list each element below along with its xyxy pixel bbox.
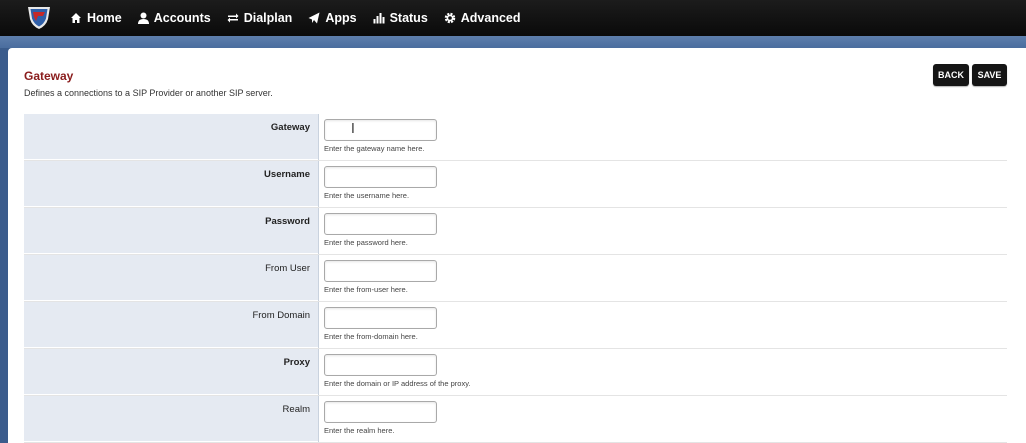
username-input[interactable] bbox=[324, 166, 437, 188]
password-field-cell: Enter the password here. bbox=[318, 208, 1007, 254]
gateway-form: Gateway Enter the gateway name here. Use… bbox=[24, 114, 1007, 443]
nav-apps[interactable]: Apps bbox=[308, 11, 357, 25]
nav-home[interactable]: Home bbox=[70, 11, 122, 25]
nav-accounts[interactable]: Accounts bbox=[137, 11, 211, 25]
nav-status-label: Status bbox=[389, 11, 428, 25]
form-row-from-domain: From Domain Enter the from-domain here. bbox=[24, 302, 1007, 349]
proxy-field-cell: Enter the domain or IP address of the pr… bbox=[318, 349, 1007, 395]
form-row-password: Password Enter the password here. bbox=[24, 208, 1007, 255]
page-title: Gateway bbox=[24, 69, 74, 83]
password-label: Password bbox=[24, 208, 318, 254]
form-row-username: Username Enter the username here. bbox=[24, 161, 1007, 208]
bar-chart-icon bbox=[373, 13, 385, 24]
nav-apps-label: Apps bbox=[325, 11, 357, 25]
nav-home-label: Home bbox=[87, 11, 122, 25]
from-domain-label: From Domain bbox=[24, 302, 318, 348]
realm-label: Realm bbox=[24, 396, 318, 442]
top-navigation-bar: Home Accounts Dialplan Apps Status Advan… bbox=[0, 0, 1026, 36]
form-row-from-user: From User Enter the from-user here. bbox=[24, 255, 1007, 302]
gateway-field-cell: Enter the gateway name here. bbox=[318, 114, 1007, 160]
content-panel: Gateway Defines a connections to a SIP P… bbox=[8, 48, 1026, 443]
header-band bbox=[0, 36, 1026, 48]
nav-advanced-label: Advanced bbox=[460, 11, 521, 25]
password-hint: Enter the password here. bbox=[324, 238, 408, 247]
nav-advanced[interactable]: Advanced bbox=[444, 11, 521, 25]
text-cursor-icon: I bbox=[351, 122, 355, 137]
gateway-input[interactable] bbox=[324, 119, 437, 141]
realm-hint: Enter the realm here. bbox=[324, 426, 395, 435]
nav-accounts-label: Accounts bbox=[153, 11, 211, 25]
arrows-icon bbox=[227, 13, 239, 23]
nav-dialplan[interactable]: Dialplan bbox=[227, 11, 293, 25]
nav-status[interactable]: Status bbox=[373, 11, 428, 25]
form-row-realm: Realm Enter the realm here. bbox=[24, 396, 1007, 443]
from-user-hint: Enter the from-user here. bbox=[324, 285, 408, 294]
nav-dialplan-label: Dialplan bbox=[243, 11, 293, 25]
gear-icon bbox=[444, 12, 456, 24]
from-domain-hint: Enter the from-domain here. bbox=[324, 332, 418, 341]
proxy-label: Proxy bbox=[24, 349, 318, 395]
page-description: Defines a connections to a SIP Provider … bbox=[24, 88, 273, 98]
fusionpbx-logo-icon[interactable] bbox=[26, 4, 52, 30]
username-label: Username bbox=[24, 161, 318, 207]
from-user-label: From User bbox=[24, 255, 318, 301]
home-icon bbox=[71, 13, 81, 23]
from-domain-input[interactable] bbox=[324, 307, 437, 329]
from-user-field-cell: Enter the from-user here. bbox=[318, 255, 1007, 301]
user-icon bbox=[137, 12, 149, 24]
gateway-label: Gateway bbox=[24, 114, 318, 160]
paper-plane-icon bbox=[308, 12, 320, 24]
username-hint: Enter the username here. bbox=[324, 191, 410, 200]
save-button[interactable]: SAVE bbox=[972, 64, 1007, 86]
gateway-hint: Enter the gateway name here. bbox=[324, 144, 425, 153]
back-button[interactable]: BACK bbox=[933, 64, 969, 86]
password-input[interactable] bbox=[324, 213, 437, 235]
username-field-cell: Enter the username here. bbox=[318, 161, 1007, 207]
form-row-proxy: Proxy Enter the domain or IP address of … bbox=[24, 349, 1007, 396]
realm-field-cell: Enter the realm here. bbox=[318, 396, 1007, 442]
from-user-input[interactable] bbox=[324, 260, 437, 282]
form-row-gateway: Gateway Enter the gateway name here. bbox=[24, 114, 1007, 161]
realm-input[interactable] bbox=[324, 401, 437, 423]
from-domain-field-cell: Enter the from-domain here. bbox=[318, 302, 1007, 348]
proxy-hint: Enter the domain or IP address of the pr… bbox=[324, 379, 471, 388]
proxy-input[interactable] bbox=[324, 354, 437, 376]
